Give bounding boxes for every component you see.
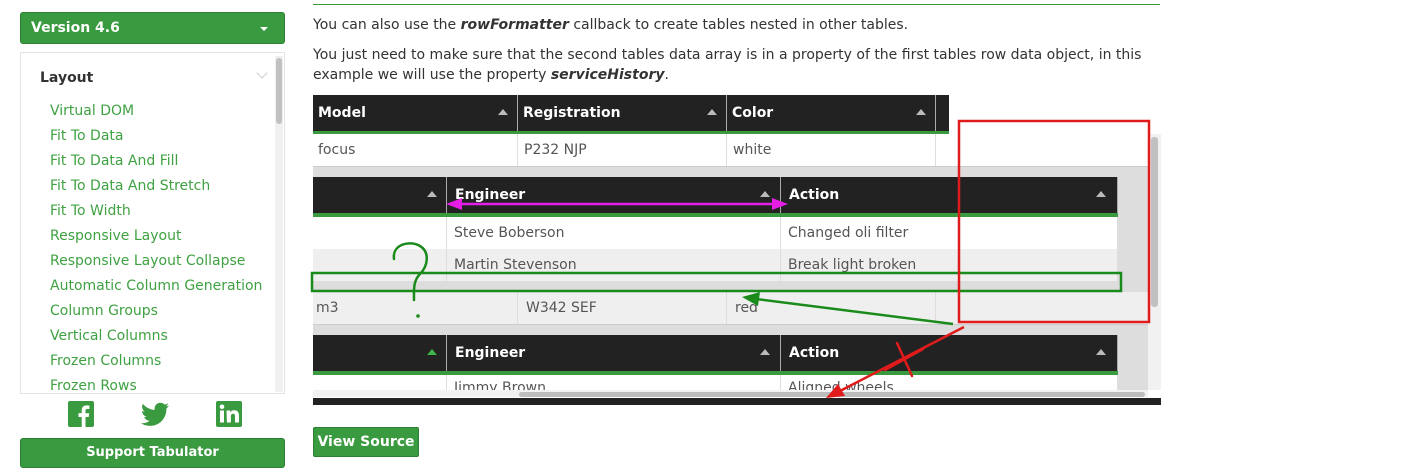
view-source-button[interactable]: View Source	[313, 427, 419, 457]
column-header-color[interactable]: Color	[727, 95, 936, 131]
sidebar-item-fit-to-data-and-fill[interactable]: Fit To Data And Fill	[50, 151, 262, 176]
sidebar-item-vertical-columns[interactable]: Vertical Columns	[50, 326, 262, 351]
sort-arrow-icon	[427, 191, 437, 197]
description-text: You just need to make sure that the seco…	[313, 47, 1142, 83]
sidebar-item-fit-to-data[interactable]: Fit To Data	[50, 126, 262, 151]
nested-table-row[interactable]: Steve Boberson Changed oli filter	[313, 217, 1118, 249]
twitter-icon[interactable]	[140, 400, 170, 428]
intro-text: You can also use the	[313, 17, 461, 33]
code-term-rowformatter: rowFormatter	[460, 17, 569, 33]
nested-table-row[interactable]: Martin Stevenson Break light broken	[313, 249, 1118, 281]
nested-table-header: Engineer Action	[313, 177, 1118, 213]
sidebar-nav: Layout Virtual DOM Fit To Data Fit To Da…	[20, 52, 285, 394]
nested-table: Model Registration Color focus P232 NJP …	[313, 95, 1161, 405]
sort-arrow-icon	[427, 349, 437, 355]
nav-section-heading[interactable]: Layout	[40, 70, 93, 86]
nested-cell-date	[313, 217, 447, 249]
nav-list: Virtual DOM Fit To Data Fit To Data And …	[50, 101, 262, 393]
column-title: Action	[789, 345, 840, 361]
column-title: Engineer	[455, 345, 526, 361]
cell-registration: W342 SEF	[518, 292, 727, 324]
nested-cell-date	[313, 249, 447, 281]
nested-cell-action: Aligned wheels	[781, 375, 1118, 390]
nested-cell-action: Break light broken	[781, 249, 1118, 281]
cell-color: red	[727, 292, 936, 324]
support-label: Support Tabulator	[86, 445, 219, 460]
nested-table-row[interactable]: Jimmy Brown Aligned wheels	[313, 375, 1118, 390]
nested-cell-engineer: Jimmy Brown	[447, 375, 781, 390]
version-label: Version 4.6	[31, 20, 120, 36]
nested-cell-action: Changed oli filter	[781, 217, 1118, 249]
intro-paragraph: You can also use the rowFormatter callba…	[313, 15, 1213, 35]
nested-column-header-action[interactable]: Action	[781, 177, 1118, 213]
column-title: Color	[732, 105, 774, 121]
sort-arrow-icon	[760, 191, 770, 197]
sort-arrow-icon	[707, 109, 717, 115]
sidebar-item-frozen-rows[interactable]: Frozen Rows	[50, 376, 262, 393]
nested-cell-engineer: Steve Boberson	[447, 217, 781, 249]
facebook-icon[interactable]	[67, 400, 95, 428]
sidebar-item-virtual-dom[interactable]: Virtual DOM	[50, 101, 262, 126]
chevron-down-icon	[260, 27, 268, 31]
sort-arrow-icon	[1096, 191, 1106, 197]
nested-cell-engineer: Martin Stevenson	[447, 249, 781, 281]
column-header-model[interactable]: Model	[313, 95, 518, 131]
cell-registration: P232 NJP	[518, 134, 727, 166]
sidebar-item-column-groups[interactable]: Column Groups	[50, 301, 262, 326]
version-select[interactable]: Version 4.6	[20, 12, 285, 44]
sort-arrow-icon	[1096, 349, 1106, 355]
nested-table-header: Engineer Action	[313, 335, 1118, 371]
column-title: Model	[318, 105, 366, 121]
intro-text-end: callback to create tables nested in othe…	[568, 17, 909, 33]
table-row[interactable]: focus P232 NJP white	[313, 134, 1148, 167]
sidebar-item-fit-to-data-and-stretch[interactable]: Fit To Data And Stretch	[50, 176, 262, 201]
nested-column-header-date[interactable]	[313, 335, 447, 371]
section-divider	[313, 4, 1160, 5]
linkedin-icon[interactable]	[215, 400, 243, 428]
description-text-end: .	[664, 67, 669, 83]
nested-column-header-action[interactable]: Action	[781, 335, 1118, 371]
sidebar-item-automatic-column-generation[interactable]: Automatic Column Generation	[50, 276, 262, 301]
sort-arrow-icon	[498, 109, 508, 115]
cell-model: focus	[313, 134, 518, 166]
table-header: Model Registration Color	[313, 95, 949, 131]
description-paragraph: You just need to make sure that the seco…	[313, 45, 1163, 85]
nested-column-header-engineer[interactable]: Engineer	[447, 335, 781, 371]
table-row[interactable]: m3 W342 SEF red	[313, 292, 1148, 325]
chevron-down-icon[interactable]	[256, 67, 268, 79]
table-footer-bar	[313, 398, 1161, 405]
table-vertical-scrollbar-thumb[interactable]	[1151, 137, 1158, 307]
column-header-registration[interactable]: Registration	[518, 95, 727, 131]
view-source-label: View Source	[317, 434, 415, 450]
column-title: Registration	[523, 105, 621, 121]
code-term-servicehistory: serviceHistory	[550, 67, 665, 83]
sort-arrow-icon	[916, 109, 926, 115]
cell-model: m3	[313, 292, 518, 324]
sidebar-scrollbar-thumb[interactable]	[276, 58, 282, 124]
support-tabulator-button[interactable]: Support Tabulator	[20, 438, 285, 468]
column-title: Engineer	[455, 187, 526, 203]
sidebar-item-fit-to-width[interactable]: Fit To Width	[50, 201, 262, 226]
nested-cell-date	[313, 375, 447, 390]
cell-color: white	[727, 134, 936, 166]
sidebar-item-responsive-layout[interactable]: Responsive Layout	[50, 226, 262, 251]
nested-column-header-date[interactable]	[313, 177, 447, 213]
sidebar-item-responsive-layout-collapse[interactable]: Responsive Layout Collapse	[50, 251, 262, 276]
sort-arrow-icon	[760, 349, 770, 355]
column-title: Action	[789, 187, 840, 203]
table-horizontal-scrollbar-thumb[interactable]	[519, 392, 1145, 397]
sidebar-item-frozen-columns[interactable]: Frozen Columns	[50, 351, 262, 376]
nested-column-header-engineer[interactable]: Engineer	[447, 177, 781, 213]
